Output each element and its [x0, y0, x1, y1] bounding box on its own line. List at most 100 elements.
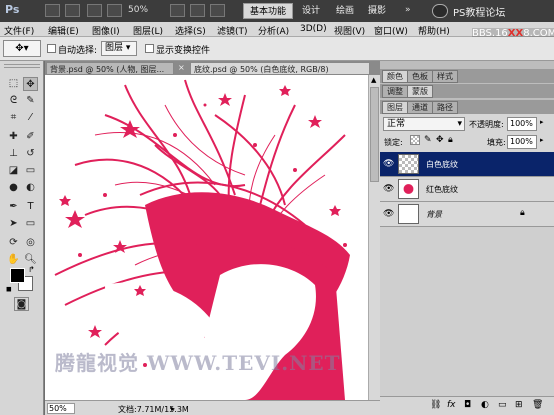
- tab-close-icon[interactable]: ×: [178, 63, 185, 72]
- menu-layer[interactable]: 图层(L): [133, 24, 163, 37]
- tab-paths[interactable]: 路径: [432, 101, 458, 114]
- eyedropper-tool-icon[interactable]: ⁄: [23, 111, 38, 125]
- marquee-tool-icon[interactable]: ⬚: [6, 77, 21, 91]
- arrange-documents-button[interactable]: [210, 4, 225, 17]
- adjustment-layer-icon[interactable]: ◐: [481, 400, 489, 410]
- tab-swatches[interactable]: 色板: [407, 70, 433, 83]
- lock-pixels-icon[interactable]: ✎: [424, 135, 432, 145]
- blend-mode-dropdown[interactable]: 正常 ▾: [383, 117, 465, 131]
- opacity-arrow-icon[interactable]: ▸: [540, 118, 544, 126]
- menu-filter[interactable]: 滤镜(T): [217, 24, 248, 37]
- status-menu-arrow-icon[interactable]: ▸: [171, 404, 175, 413]
- menu-image[interactable]: 图像(I): [92, 24, 120, 37]
- menu-window[interactable]: 窗口(W): [374, 24, 408, 37]
- healing-brush-tool-icon[interactable]: ✚: [6, 130, 21, 144]
- view-extras-button[interactable]: [87, 4, 102, 17]
- 3d-camera-tool-icon[interactable]: ◎: [23, 236, 38, 250]
- move-tool-icon[interactable]: ✥: [23, 77, 38, 91]
- scroll-thumb[interactable]: [370, 87, 379, 182]
- auto-select-checkbox[interactable]: [47, 44, 56, 53]
- toolbox-grip[interactable]: [4, 64, 40, 68]
- 3d-rotate-tool-icon[interactable]: ⟳: [6, 236, 21, 250]
- bridge-button[interactable]: [45, 4, 60, 17]
- eraser-tool-icon[interactable]: ◪: [6, 164, 21, 178]
- tab-color[interactable]: 颜色: [382, 70, 408, 83]
- add-mask-icon[interactable]: ◘: [464, 400, 471, 410]
- menu-help[interactable]: 帮助(H): [418, 24, 450, 37]
- history-brush-tool-icon[interactable]: ↺: [23, 147, 38, 161]
- tab-adjustments[interactable]: 调整: [382, 85, 408, 98]
- link-layers-icon[interactable]: ⛓: [430, 400, 441, 410]
- gradient-tool-icon[interactable]: ▭: [23, 164, 38, 178]
- cs-live-icon[interactable]: [432, 4, 448, 18]
- lasso-tool-icon[interactable]: ᘓ: [6, 94, 21, 108]
- fill-field[interactable]: 100%: [507, 135, 537, 149]
- tab-layers[interactable]: 图层: [382, 101, 408, 114]
- layer-name[interactable]: 白色底纹: [426, 159, 458, 170]
- menu-file[interactable]: 文件(F): [4, 24, 34, 37]
- layer-name[interactable]: 背景: [426, 209, 442, 220]
- pen-tool-icon[interactable]: ✒: [6, 200, 21, 214]
- scroll-up-icon[interactable]: ▲: [371, 76, 376, 84]
- lock-position-icon[interactable]: ✥: [436, 135, 444, 145]
- visibility-eye-icon[interactable]: 👁︎: [383, 159, 394, 170]
- default-colors-icon[interactable]: ◼: [6, 285, 12, 293]
- swap-colors-icon[interactable]: ↱: [28, 265, 35, 274]
- hand-tool-icon[interactable]: ✋: [6, 253, 21, 267]
- clone-stamp-tool-icon[interactable]: ⊥: [6, 147, 21, 161]
- zoom-level-button[interactable]: [107, 4, 122, 17]
- workspace-essentials[interactable]: 基本功能: [243, 3, 294, 19]
- quick-mask-icon[interactable]: ◙: [14, 297, 29, 311]
- new-layer-icon[interactable]: ⊞: [515, 400, 523, 410]
- tab-styles[interactable]: 样式: [432, 70, 458, 83]
- tool-preset-picker[interactable]: ✥▾: [3, 40, 41, 57]
- brush-tool-icon[interactable]: ✐: [23, 130, 38, 144]
- workspace-photography[interactable]: 摄影: [362, 3, 392, 19]
- visibility-eye-icon[interactable]: 👁︎: [383, 209, 394, 220]
- tab-texture-doc[interactable]: 底纹.psd @ 50% (白色底纹, RGB/8): [190, 62, 370, 75]
- layer-row[interactable]: 👁︎ 红色底纹: [380, 177, 554, 202]
- workspace-painting[interactable]: 绘画: [330, 3, 360, 19]
- menu-edit[interactable]: 编辑(E): [48, 24, 79, 37]
- layer-name[interactable]: 红色底纹: [426, 184, 458, 195]
- tab-background-doc[interactable]: 背景.psd @ 50% (人物, 图层...: [46, 62, 174, 75]
- lock-all-icon[interactable]: 🔒︎: [448, 135, 453, 145]
- blur-tool-icon[interactable]: ●: [6, 181, 21, 195]
- type-tool-icon[interactable]: T: [23, 200, 38, 214]
- tab-channels[interactable]: 通道: [407, 101, 433, 114]
- visibility-eye-icon[interactable]: 👁︎: [383, 184, 394, 195]
- blend-mode-value: 正常: [387, 119, 406, 129]
- workspace-design[interactable]: 设计: [296, 3, 326, 19]
- mini-bridge-button[interactable]: [65, 4, 80, 17]
- menu-3d[interactable]: 3D(D): [300, 24, 327, 34]
- menu-analysis[interactable]: 分析(A): [258, 24, 289, 37]
- path-select-tool-icon[interactable]: ➤: [6, 217, 21, 231]
- canvas-vertical-scrollbar[interactable]: ▲: [368, 75, 380, 400]
- auto-select-value: 图层: [105, 43, 124, 53]
- auto-select-dropdown[interactable]: 图层 ▾: [101, 41, 137, 56]
- rotate-view-button[interactable]: [190, 4, 205, 17]
- workspace-more-icon[interactable]: »: [405, 5, 411, 15]
- document-canvas[interactable]: 腾龍视觉 WWW.TEVI.NET: [45, 75, 368, 400]
- quick-select-tool-icon[interactable]: ✎: [23, 94, 38, 108]
- opacity-field[interactable]: 100%: [507, 117, 537, 131]
- shape-tool-icon[interactable]: ▭: [23, 217, 38, 231]
- layer-row[interactable]: 👁︎ 背景 🔒︎: [380, 202, 554, 227]
- lock-transparent-icon[interactable]: [410, 135, 420, 145]
- show-transform-checkbox[interactable]: [145, 44, 154, 53]
- foreground-color-swatch[interactable]: [10, 268, 25, 283]
- new-group-icon[interactable]: ▭: [498, 400, 507, 410]
- menu-select[interactable]: 选择(S): [175, 24, 206, 37]
- tab-masks[interactable]: 蒙版: [407, 85, 433, 98]
- layer-style-icon[interactable]: fx: [447, 400, 456, 410]
- fill-arrow-icon[interactable]: ▸: [540, 136, 544, 144]
- hand-tool-button[interactable]: [170, 4, 185, 17]
- photoshop-logo: Ps: [5, 3, 20, 16]
- menu-view[interactable]: 视图(V): [334, 24, 365, 37]
- crop-tool-icon[interactable]: ⌗: [6, 111, 21, 125]
- layer-row[interactable]: 👁︎ 白色底纹: [380, 152, 554, 177]
- delete-layer-icon[interactable]: 🗑︎: [532, 400, 543, 410]
- zoom-level[interactable]: 50%: [128, 5, 148, 15]
- status-zoom[interactable]: 50%: [47, 403, 75, 414]
- dodge-tool-icon[interactable]: ◐: [23, 181, 38, 195]
